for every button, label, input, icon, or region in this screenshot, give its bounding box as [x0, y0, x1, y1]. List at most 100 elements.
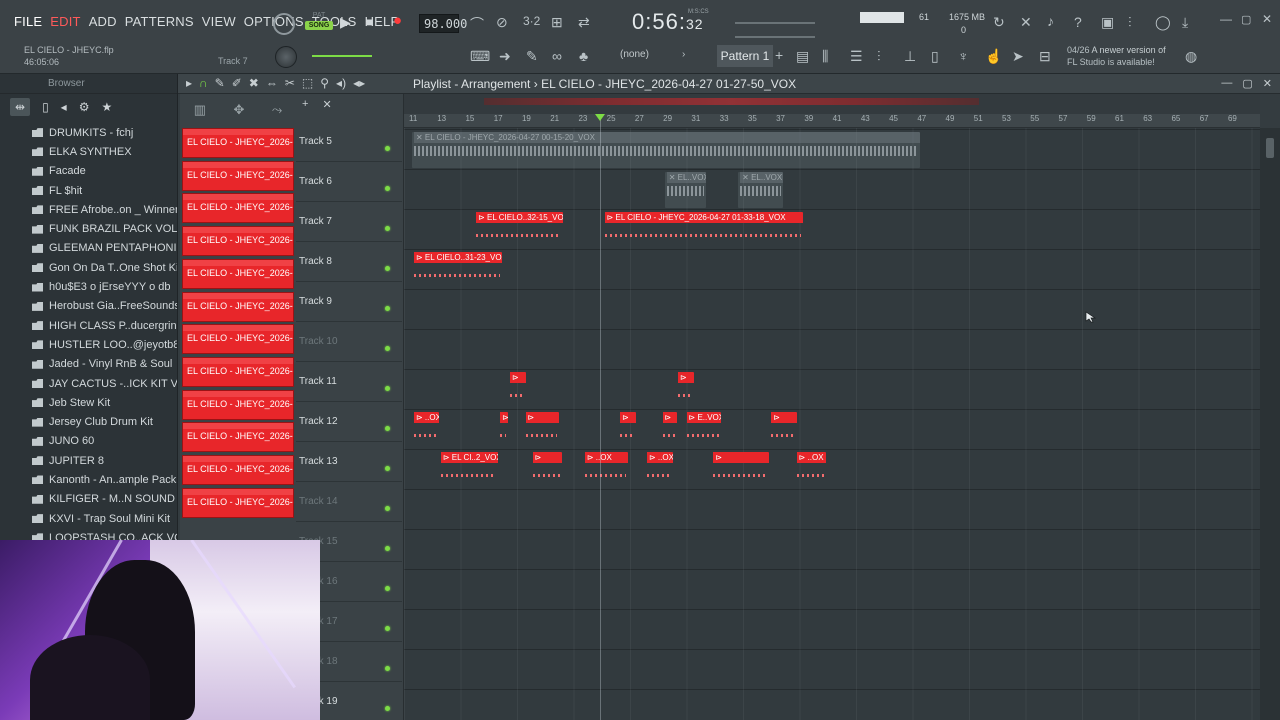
browser-folder-item[interactable]: GLEEMAN PENTAPHONIC: [0, 239, 177, 258]
browser-folder-item[interactable]: Gon On Da T..One Shot Kit: [0, 258, 177, 277]
delete-icon[interactable]: ✖: [249, 76, 259, 90]
select-icon[interactable]: ⬚: [302, 76, 313, 90]
browser-folder-item[interactable]: Kanonth - An..ample Pack!!: [0, 470, 177, 489]
track-mute-led[interactable]: [385, 266, 390, 271]
globe-icon[interactable]: ◍: [1185, 48, 1197, 65]
playlist-minimize-icon[interactable]: —: [1221, 77, 1232, 90]
cart-icon[interactable]: ⊟: [1039, 48, 1051, 65]
browser-folder-item[interactable]: KXVI - Trap Soul Mini Kit: [0, 509, 177, 528]
play-icon[interactable]: ▶: [340, 14, 351, 31]
pattern-clip[interactable]: EL CIELO - JHEYC_2026-0: [182, 193, 294, 224]
track-mute-led[interactable]: [385, 346, 390, 351]
pencil-icon[interactable]: ✎: [215, 76, 225, 90]
pattern-clip[interactable]: EL CIELO - JHEYC_2026-0: [182, 258, 294, 289]
mixer-view-icon[interactable]: ⫶: [877, 48, 881, 65]
paint-icon[interactable]: ✐: [232, 76, 242, 90]
add-pattern-icon[interactable]: +: [775, 47, 783, 63]
track-mute-led[interactable]: [385, 186, 390, 191]
playlist-close-icon[interactable]: ✕: [1263, 77, 1272, 90]
audio-clip[interactable]: ⊳ ..OX: [583, 452, 629, 488]
pattern-clip[interactable]: EL CIELO - JHEYC_2026-0: [182, 160, 294, 191]
audio-clip[interactable]: ⊳: [711, 452, 770, 488]
zoom-icon[interactable]: ⚲: [320, 76, 329, 90]
browser-all-icon[interactable]: ⇹: [10, 97, 31, 116]
arrangement-name[interactable]: EL CIELO - JHEYC_2026-04-27 01-27-50_VOX: [541, 77, 796, 91]
browser-folder-item[interactable]: HIGH CLASS P..ducergrind): [0, 316, 177, 335]
loop-record-icon[interactable]: ⇄: [578, 14, 590, 31]
arrangement-grid[interactable]: ✕ EL CIELO - JHEYC_2026-04-27 00-15-20_V…: [404, 128, 1260, 720]
playback-icon[interactable]: ◂): [336, 76, 346, 90]
pitch-slider[interactable]: [735, 22, 815, 24]
browser-folder-item[interactable]: ELKA SYNTHEX: [0, 142, 177, 161]
audio-clip[interactable]: ⊳ EL CIELO - JHEYC_2026-04-27 01-33-18_V…: [603, 212, 804, 248]
pattern-clip[interactable]: EL CIELO - JHEYC_2026-0: [182, 422, 294, 453]
track-header[interactable]: Track 10: [296, 322, 402, 362]
audio-clip[interactable]: ⊳: [618, 412, 637, 448]
audio-clip[interactable]: ⊳ ..OX: [645, 452, 674, 488]
menu-patterns[interactable]: PATTERNS: [125, 14, 194, 29]
typing-keyboard-icon[interactable]: ⌨: [470, 48, 490, 65]
refresh-icon[interactable]: ↻: [993, 14, 1005, 31]
browser-folder-item[interactable]: FL $hit: [0, 181, 177, 200]
menu-view[interactable]: VIEW: [202, 14, 236, 29]
audio-clip[interactable]: ⊳: [531, 452, 562, 488]
arrangement-overview[interactable]: [404, 94, 1260, 114]
track-mute-led[interactable]: [385, 306, 390, 311]
pattern-selector[interactable]: Pattern 1: [717, 45, 773, 67]
browser-folder-item[interactable]: HUSTLER LOO..@jeyotb808: [0, 335, 177, 354]
pattern-picker-icon[interactable]: ▥: [194, 102, 206, 118]
pattern-clip[interactable]: EL CIELO - JHEYC_2026-0: [182, 226, 294, 257]
track-header[interactable]: Track 5: [296, 122, 402, 162]
arrow-icon[interactable]: ➤: [1012, 48, 1024, 65]
audio-clip[interactable]: ⊳: [508, 372, 527, 408]
audio-clip[interactable]: ✕ EL..VOX: [664, 172, 706, 208]
record-icon[interactable]: ●: [393, 12, 402, 29]
browser-star-icon[interactable]: ★: [101, 100, 112, 114]
update-notice[interactable]: 04/26 A newer version of FL Studio is av…: [1067, 44, 1166, 68]
scrollbar-thumb[interactable]: [1266, 138, 1274, 158]
pattern-clip[interactable]: EL CIELO - JHEYC_2026-0: [182, 128, 294, 158]
track-mute-led[interactable]: [385, 226, 390, 231]
help-icon[interactable]: ?: [1074, 14, 1082, 30]
maximize-icon[interactable]: ▢: [1241, 13, 1251, 26]
track-header[interactable]: Track 7: [296, 202, 402, 242]
track-header[interactable]: Track 11: [296, 362, 402, 402]
file-icon[interactable]: ▯: [931, 48, 939, 65]
browser-folder-item[interactable]: Facade: [0, 162, 177, 181]
pattern-clip[interactable]: EL CIELO - JHEYC_2026-0: [182, 455, 294, 485]
swing-slider[interactable]: [735, 36, 815, 38]
add-track-icon[interactable]: +: [302, 98, 308, 111]
playlist-menu-arrow-icon[interactable]: ▸: [186, 76, 192, 90]
wait-input-icon[interactable]: ⊘: [496, 14, 508, 31]
audio-clip[interactable]: ⊳: [676, 372, 695, 408]
close-track-icon[interactable]: ✕: [322, 98, 331, 111]
audio-clip[interactable]: ⊳ EL CI..2_VOX: [439, 452, 499, 488]
track-header[interactable]: Track 13: [296, 442, 402, 482]
audio-clip[interactable]: ✕ EL..VOX: [738, 172, 784, 208]
browser-folder-item[interactable]: JAY CACTUS -..ICK KIT VOL. 4: [0, 374, 177, 393]
song-pattern-mode[interactable]: PAT SONG: [305, 12, 333, 38]
countdown-icon[interactable]: 3·2: [523, 14, 540, 28]
stamp-icon[interactable]: ♣: [579, 48, 588, 64]
audio-clip[interactable]: ⊳: [524, 412, 559, 448]
browser-folder-item[interactable]: Jersey Club Drum Kit: [0, 412, 177, 431]
track-mute-led[interactable]: [385, 386, 390, 391]
browser-speaker-icon[interactable]: ◂: [61, 100, 67, 114]
browser-folder-item[interactable]: JUNO 60: [0, 432, 177, 451]
track-header[interactable]: Track 8: [296, 242, 402, 282]
pattern-clip[interactable]: EL CIELO - JHEYC_2026-0: [182, 356, 294, 387]
track-mute-led[interactable]: [385, 586, 390, 591]
audio-clip[interactable]: ⊳: [769, 412, 798, 448]
browser-folder-item[interactable]: FUNK BRAZIL PACK VOL II: [0, 219, 177, 238]
browser-plugin-icon[interactable]: ⚙: [79, 100, 90, 114]
tempo-display[interactable]: 98.000: [419, 14, 467, 33]
brush-icon[interactable]: ✎: [526, 48, 538, 65]
audio-clip[interactable]: ✕ EL CIELO - JHEYC_2026-04-27 00-15-20_V…: [412, 132, 921, 168]
track-mute-led[interactable]: [385, 466, 390, 471]
chat-icon[interactable]: ◯: [1155, 14, 1171, 31]
tuner-icon[interactable]: ✕: [1020, 14, 1032, 31]
vertical-scrollbar[interactable]: [1260, 128, 1280, 720]
arrow-right-icon[interactable]: ➜: [499, 48, 511, 65]
metronome-icon[interactable]: ⌒: [470, 14, 484, 34]
pattern-clip[interactable]: EL CIELO - JHEYC_2026-0: [182, 389, 294, 420]
